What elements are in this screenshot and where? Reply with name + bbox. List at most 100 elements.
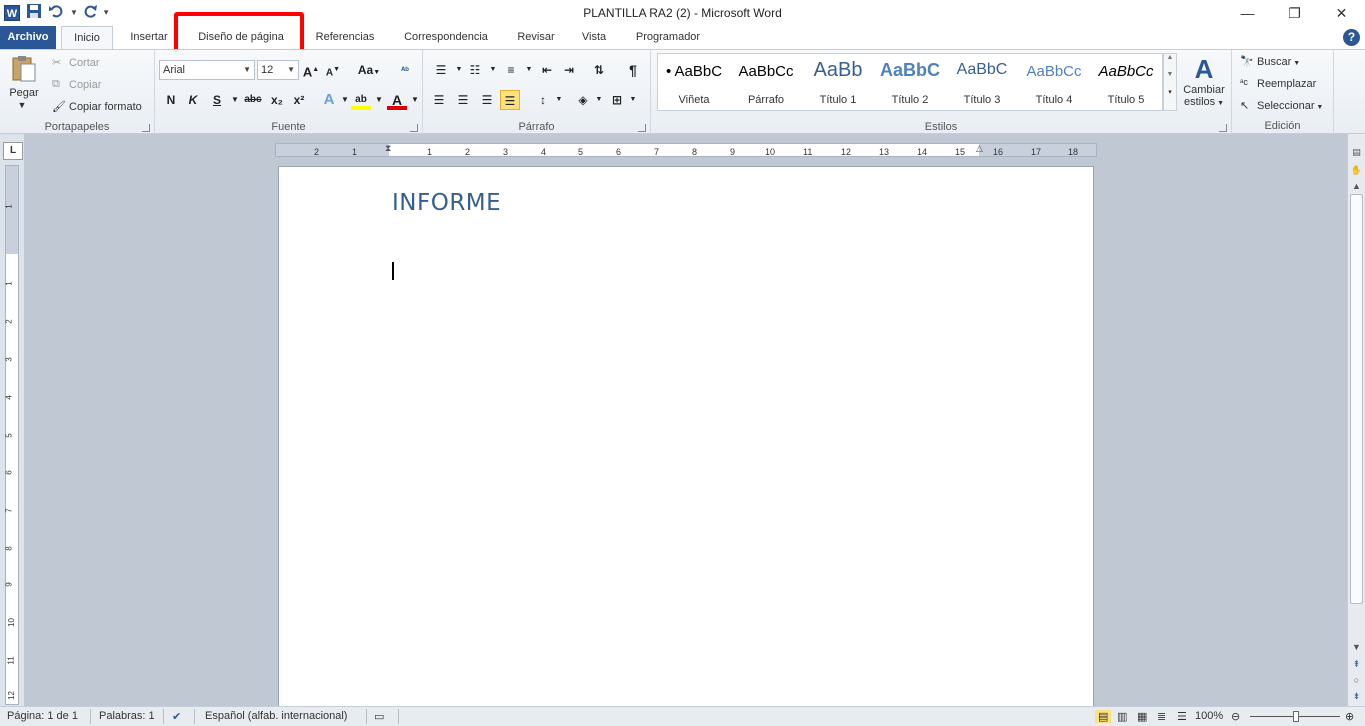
gallery-down-icon[interactable]: ▼ (1164, 71, 1176, 78)
document-page[interactable]: INFORME (278, 166, 1094, 726)
hand-icon[interactable]: ✋ (1348, 162, 1365, 178)
gallery-up-icon[interactable]: ▲ (1164, 54, 1176, 61)
align-right-icon[interactable]: ☰ (477, 90, 497, 110)
decrease-indent-icon[interactable]: ⇤ (537, 60, 557, 80)
next-page-icon[interactable]: ⇟ (1348, 688, 1365, 704)
style-gallery-scroll[interactable]: ▲ ▼ ▾ (1163, 53, 1177, 111)
minimize-icon[interactable]: — (1224, 0, 1271, 26)
scroll-up-icon[interactable]: ▲ (1348, 178, 1365, 194)
clear-format-icon[interactable]: ᴬᵇ (395, 60, 415, 80)
style-item-titulo-4[interactable]: AaBbCc Título 4 (1018, 54, 1090, 112)
restore-icon[interactable]: ❐ (1271, 0, 1318, 26)
scroll-thumb[interactable] (1350, 194, 1363, 604)
document-heading[interactable]: INFORME (392, 190, 501, 216)
paste-dropdown-icon[interactable]: ▼ (4, 100, 40, 110)
tab-inicio[interactable]: Inicio (61, 26, 113, 50)
horizontal-ruler[interactable]: 2 1 1 2 3 4 5 6 7 8 9 10 11 12 13 14 15 … (275, 143, 1097, 157)
font-size-combo[interactable]: 12 ▼ (257, 60, 299, 80)
style-item-titulo-5[interactable]: AaBbCc Título 5 (1090, 54, 1162, 112)
zoom-level[interactable]: 100% (1195, 710, 1223, 722)
font-launcher-icon[interactable] (410, 124, 418, 132)
replace-button[interactable]: ᵃc Reemplazar (1240, 77, 1316, 91)
scroll-down-icon[interactable]: ▼ (1348, 639, 1365, 655)
style-item-titulo-1[interactable]: AaBb Título 1 (802, 54, 874, 112)
show-marks-button[interactable]: ¶ (623, 60, 643, 80)
tab-archivo[interactable]: Archivo (0, 26, 56, 49)
sort-icon[interactable]: ⇅ (589, 60, 609, 80)
vruler-tick: 5 (4, 433, 14, 438)
outline-icon[interactable]: ≣ (1157, 710, 1166, 723)
language[interactable]: Español (alfab. internacional) (205, 710, 347, 722)
page-count[interactable]: Página: 1 de 1 (7, 710, 78, 722)
format-painter-button[interactable]: 🖌 Copiar formato (52, 100, 142, 114)
change-case-button[interactable]: Aa▼ (355, 60, 383, 80)
cut-button[interactable]: ✂ Cortar (52, 56, 100, 70)
close-icon[interactable]: ✕ (1318, 0, 1365, 26)
word-count[interactable]: Palabras: 1 (99, 710, 155, 722)
borders-dropdown-icon[interactable]: ▼ (623, 90, 643, 110)
shading-dropdown-icon[interactable]: ▼ (589, 90, 609, 110)
font-color-icon[interactable]: A (387, 90, 407, 110)
styles-launcher-icon[interactable] (1219, 124, 1227, 132)
superscript-button[interactable]: x² (289, 90, 309, 110)
line-spacing-dropdown-icon[interactable]: ▼ (549, 90, 569, 110)
print-layout-icon[interactable]: ▤ (1095, 710, 1112, 723)
gallery-more-icon[interactable]: ▾ (1164, 88, 1176, 96)
help-icon[interactable]: ? (1343, 29, 1360, 46)
highlight-dropdown-icon[interactable]: ▼ (369, 90, 389, 110)
tab-vista[interactable]: Vista (572, 26, 616, 49)
style-item-titulo-2[interactable]: AaBbC Título 2 (874, 54, 946, 112)
copy-button[interactable]: ⧉ Copiar (52, 78, 101, 92)
indent-marker-icon[interactable]: ⧗ (385, 143, 391, 154)
zoom-slider-thumb[interactable] (1293, 711, 1299, 722)
browse-object-icon[interactable]: ○ (1348, 672, 1365, 688)
align-left-icon[interactable]: ☰ (429, 90, 449, 110)
tab-revisar[interactable]: Revisar (508, 26, 564, 49)
vertical-ruler[interactable]: 1 1 2 3 4 5 6 7 8 9 10 11 12 (5, 165, 19, 705)
grow-font-button[interactable]: A▲ (301, 60, 321, 80)
previous-page-icon[interactable]: ⇞ (1348, 656, 1365, 672)
align-center-icon[interactable]: ☰ (453, 90, 473, 110)
zoom-in-icon[interactable]: ⊕ (1345, 710, 1354, 723)
full-screen-icon[interactable]: ▥ (1117, 710, 1127, 723)
underline-button[interactable]: S (207, 90, 227, 110)
tab-referencias[interactable]: Referencias (306, 26, 384, 49)
paragraph-launcher-icon[interactable] (638, 124, 646, 132)
web-layout-icon[interactable]: ▦ (1137, 710, 1147, 723)
tab-correspondencia[interactable]: Correspondencia (394, 26, 498, 49)
right-indent-marker-icon[interactable]: △ (976, 143, 983, 154)
select-label: Seleccionar (1257, 99, 1315, 112)
draft-icon[interactable]: ☰ (1177, 710, 1187, 723)
zoom-out-icon[interactable]: ⊖ (1231, 710, 1240, 723)
increase-indent-icon[interactable]: ⇥ (559, 60, 579, 80)
strikethrough-button[interactable]: abc (241, 90, 265, 110)
style-item-vineta[interactable]: • AaBbC Viñeta (658, 54, 730, 112)
cut-label: Cortar (69, 56, 100, 69)
clipboard-launcher-icon[interactable] (142, 124, 150, 132)
macro-record-icon[interactable]: ▭ (374, 710, 384, 723)
word-window: { "window": { "title": "PLANTILLA RA2 (2… (0, 0, 1365, 726)
multilevel-dropdown-icon[interactable]: ▼ (519, 60, 539, 80)
tab-programador[interactable]: Programador (626, 26, 710, 49)
font-color-dropdown-icon[interactable]: ▼ (405, 90, 425, 110)
style-item-titulo-3[interactable]: AaBbC Título 3 (946, 54, 1018, 112)
tab-insertar[interactable]: Insertar (120, 26, 178, 49)
subscript-button[interactable]: x₂ (267, 90, 287, 110)
tab-selector[interactable]: L (3, 142, 23, 160)
font-name-dropdown-icon[interactable]: ▼ (243, 61, 251, 79)
font-size-dropdown-icon[interactable]: ▼ (287, 61, 295, 79)
bold-button[interactable]: N (161, 90, 181, 110)
shrink-font-button[interactable]: A▼ (323, 60, 343, 80)
view-ruler-icon[interactable]: ▤ (1348, 144, 1365, 160)
highlight-icon[interactable]: ab (351, 90, 371, 110)
find-button[interactable]: 🔭 Buscar ▼ (1240, 55, 1300, 69)
style-item-parrafo[interactable]: AaBbCc Párrafo (730, 54, 802, 112)
style-preview-parrafo: AaBbCc (738, 63, 794, 80)
italic-button[interactable]: K (183, 90, 203, 110)
select-button[interactable]: ↖ Seleccionar ▼ (1240, 99, 1323, 113)
font-name-combo[interactable]: Arial ▼ (159, 60, 255, 80)
proofing-icon[interactable]: ✔ (172, 710, 181, 723)
justify-icon[interactable]: ☰ (500, 90, 520, 110)
vertical-scrollbar[interactable]: ▤ ✋ ▲ ▼ ⇞ ○ ⇟ (1347, 134, 1365, 706)
change-styles-button[interactable]: A Cambiar estilos ▼ (1181, 54, 1227, 110)
